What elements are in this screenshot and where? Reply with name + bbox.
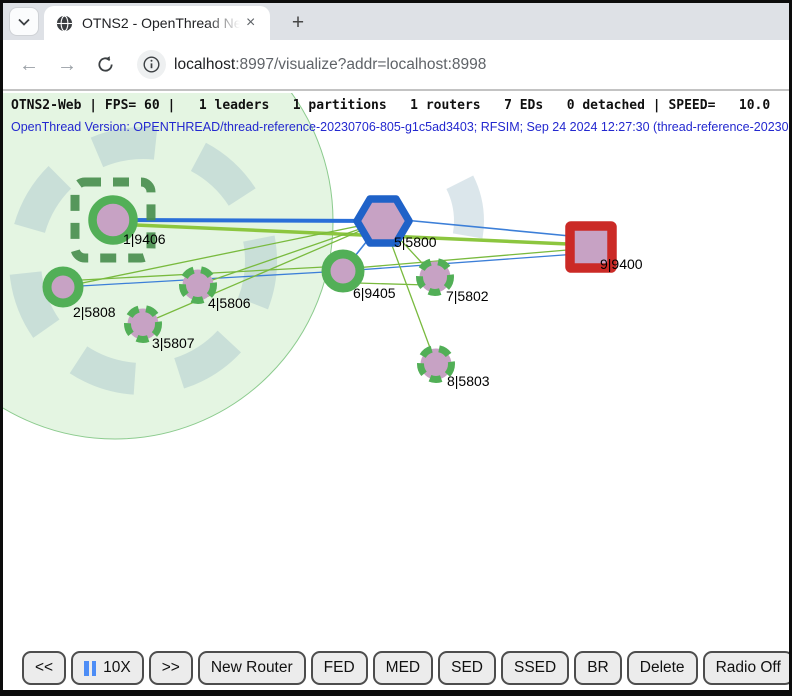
toolbar-button-speed[interactable]: 10X [71,651,144,685]
node-1-label: 1|9406 [123,231,166,247]
toolbar-button-label: >> [162,659,180,677]
reload-icon[interactable] [96,55,115,74]
forward-icon[interactable]: → [57,55,77,75]
url-bar: ← → localhost:8997/visualize?addr=localh… [3,40,789,91]
toolbar-button-label: BR [587,659,609,677]
browser-window: OTNS2 - OpenThread Ne × + ← → localhost:… [0,0,792,696]
node-6[interactable] [326,254,360,288]
toolbar-button-forward[interactable]: >> [149,651,193,685]
node-2-label: 2|5808 [73,304,116,320]
toolbar-button-br[interactable]: BR [574,651,622,685]
simulation-canvas[interactable]: 1|9406 2|5808 3|5807 4|5806 5|5800 6|9405 7|58… [3,93,789,689]
node-5-label: 5|5800 [394,234,437,250]
tab-bar: OTNS2 - OpenThread Ne × + [3,3,789,40]
back-icon[interactable]: ← [19,55,39,75]
toolbar-button-label: 10X [103,659,131,677]
node-2[interactable] [47,271,79,303]
toolbar-button-label: Delete [640,659,685,677]
node-8-label: 8|5803 [447,373,490,389]
toolbar-button-sed[interactable]: SED [438,651,496,685]
toolbar-button-med[interactable]: MED [373,651,433,685]
toolbar-button-label: SSED [514,659,556,677]
toolbar-button-fed[interactable]: FED [311,651,368,685]
pause-icon [92,661,97,676]
tab-title: OTNS2 - OpenThread Ne [82,14,240,33]
toolbar-button-label: Radio Off [716,659,781,677]
node-9-label: 9|9400 [600,256,643,272]
node-7-label: 7|5802 [446,288,489,304]
node-6-label: 6|9405 [353,285,396,301]
toolbar-button-ssed[interactable]: SSED [501,651,569,685]
address-text[interactable]: localhost:8997/visualize?addr=localhost:… [174,56,486,74]
chevron-down-icon [18,18,30,26]
browser-tab[interactable]: OTNS2 - OpenThread Ne × [44,6,270,40]
tab-close-icon[interactable]: × [246,15,255,31]
status-line: OTNS2-Web | FPS= 60 | 1 leaders 1 partit… [11,98,770,113]
toolbar-button-delete[interactable]: Delete [627,651,698,685]
pause-icon [84,661,89,676]
toolbar-button-rewind[interactable]: << [22,651,66,685]
version-line: OpenThread Version: OPENTHREAD/thread-re… [11,120,792,134]
site-info-button[interactable] [137,50,166,79]
link-6-9 [343,253,591,271]
toolbar-button-label: MED [386,659,420,677]
tab-search-button[interactable] [10,8,38,35]
globe-favicon-icon [56,15,73,32]
new-tab-button[interactable]: + [284,9,312,36]
link-6-9 [343,248,591,269]
info-icon [143,56,160,73]
toolbar-button-new-router[interactable]: New Router [198,651,306,685]
toolbar-button-radio-off[interactable]: Radio Off [703,651,792,685]
node-3-label: 3|5807 [152,335,195,351]
network-graph[interactable]: 1|9406 2|5808 3|5807 4|5806 5|5800 6|9405 7|58… [3,93,789,689]
toolbar: << 10X >> New Router FED MED SED SSED BR Delete Ra… [22,651,792,685]
node-4-label: 4|5806 [208,295,251,311]
toolbar-button-label: FED [324,659,355,677]
toolbar-button-label: New Router [211,659,293,677]
toolbar-button-label: << [35,659,53,677]
toolbar-button-label: SED [451,659,483,677]
